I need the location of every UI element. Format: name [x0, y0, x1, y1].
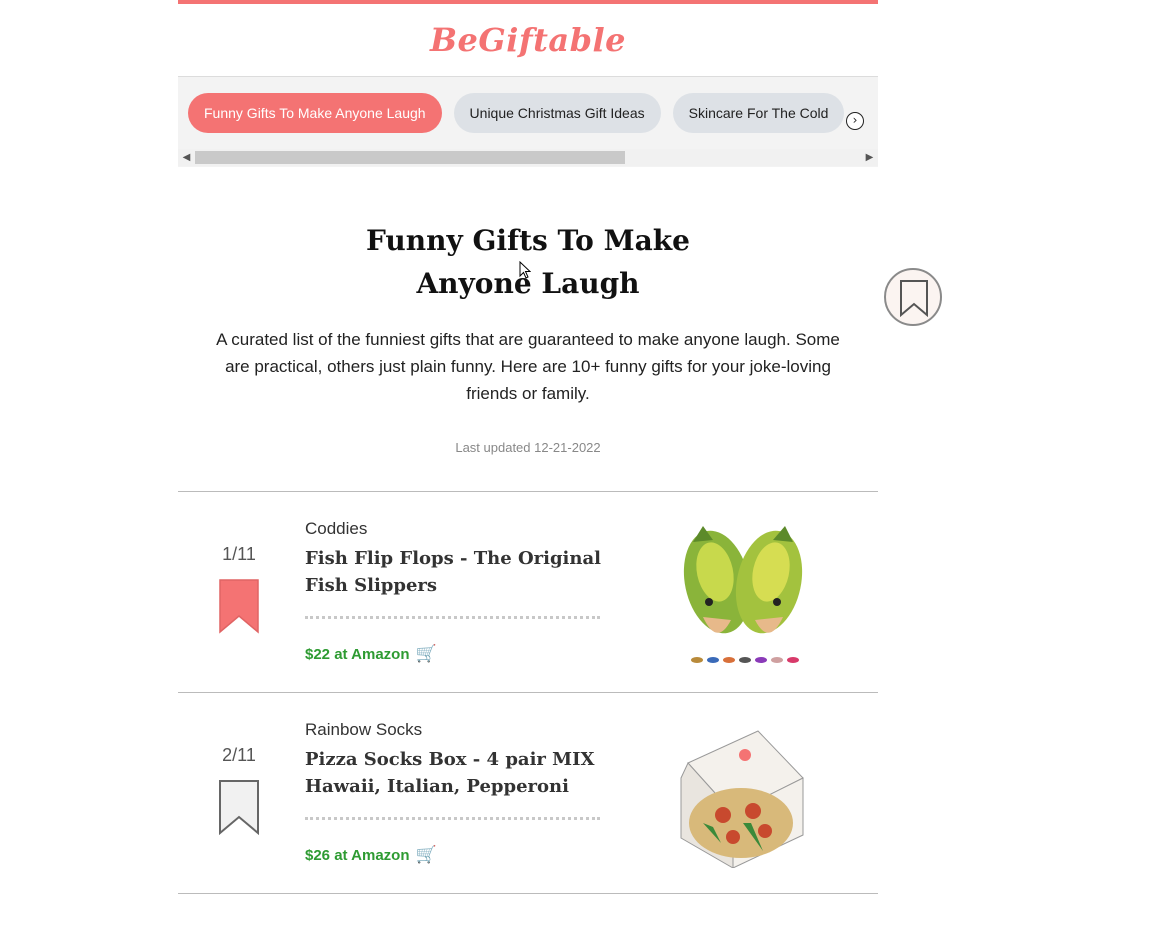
mouse-cursor-icon: [519, 261, 531, 279]
tab-skincare-cold[interactable]: Skincare For The Cold: [672, 93, 845, 133]
item-title-link[interactable]: Fish Flip Flops - The Original Fish Slip…: [305, 545, 605, 599]
price-text[interactable]: $26 at Amazon: [305, 847, 409, 864]
last-updated-text: Last updated 12-21-2022: [455, 440, 601, 455]
scroll-left-arrow-icon[interactable]: ◀: [178, 149, 195, 166]
item-brand: Rainbow Socks: [305, 720, 423, 739]
item-rank: 1/11: [222, 544, 256, 564]
tab-funny-gifts[interactable]: Funny Gifts To Make Anyone Laugh: [188, 93, 442, 133]
gift-list-item: 1/11 Coddies Fish Flip Flops - The Origi…: [178, 491, 878, 692]
horizontal-scrollbar[interactable]: ◀ ▶: [178, 149, 878, 166]
list-header: Funny Gifts To Make Anyone Laugh A curat…: [178, 167, 878, 455]
saved-list-button[interactable]: [884, 268, 942, 326]
bookmark-icon: [900, 280, 928, 317]
page-container: BeGiftable Funny Gifts To Make Anyone La…: [178, 0, 878, 894]
fish-flip-flops-image[interactable]: [673, 522, 813, 667]
scrollbar-thumb[interactable]: [195, 151, 625, 164]
price-link[interactable]: $26 at Amazon 🛒: [305, 845, 437, 865]
scroll-right-arrow-icon[interactable]: ▶: [861, 149, 878, 166]
dotted-divider: [305, 817, 600, 820]
dotted-divider: [305, 616, 600, 619]
category-tabs: Funny Gifts To Make Anyone Laugh Unique C…: [188, 93, 856, 133]
pizza-socks-box-image[interactable]: [673, 723, 813, 868]
item-brand: Coddies: [305, 519, 368, 538]
item-rank: 2/11: [222, 745, 256, 765]
gift-list-item: 2/11 Rainbow Socks Pizza Socks Box - 4 p…: [178, 692, 878, 894]
item-title-link[interactable]: Pizza Socks Box - 4 pair MIX Hawaii, Ita…: [305, 746, 605, 800]
site-logo[interactable]: BeGiftable: [178, 4, 878, 76]
page-description: A curated list of the funniest gifts tha…: [216, 330, 840, 403]
price-text[interactable]: $22 at Amazon: [305, 646, 409, 663]
category-tabs-bar: Funny Gifts To Make Anyone Laugh Unique C…: [178, 76, 878, 167]
bookmark-outline-icon[interactable]: [218, 779, 260, 835]
tab-christmas-gift-ideas[interactable]: Unique Christmas Gift Ideas: [453, 93, 661, 133]
price-link[interactable]: $22 at Amazon 🛒: [305, 644, 437, 664]
shopping-cart-icon: 🛒: [415, 845, 437, 864]
chevron-right-icon[interactable]: ›: [846, 112, 864, 130]
bookmark-filled-icon[interactable]: [218, 578, 260, 634]
shopping-cart-icon: 🛒: [415, 644, 437, 663]
